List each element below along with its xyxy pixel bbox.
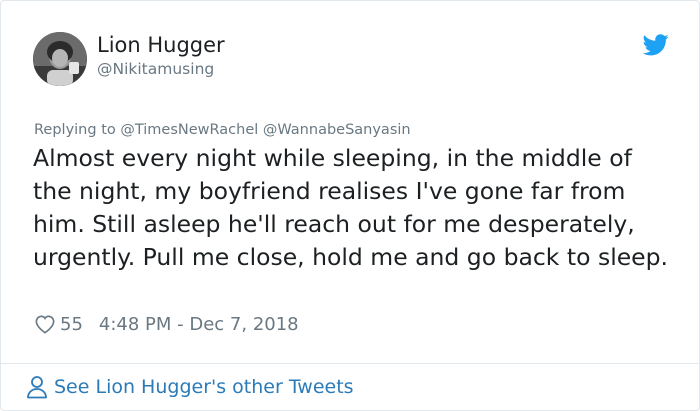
see-other-tweets-link[interactable]: See Lion Hugger's other Tweets xyxy=(26,373,354,401)
tweet-text: Almost every night while sleeping, in th… xyxy=(33,144,669,271)
like-count[interactable]: 55 xyxy=(60,314,83,335)
twitter-bird-icon[interactable] xyxy=(643,34,669,56)
avatar-photo xyxy=(33,32,87,86)
user-name[interactable]: Lion Hugger xyxy=(97,32,225,58)
avatar[interactable] xyxy=(33,32,87,86)
divider xyxy=(1,363,699,364)
user-handle[interactable]: @Nikitamusing xyxy=(97,59,214,79)
timestamp[interactable]: 4:48 PM - Dec 7, 2018 xyxy=(99,314,299,335)
tweet-meta: 55 4:48 PM - Dec 7, 2018 xyxy=(34,311,299,337)
see-other-tweets-label: See Lion Hugger's other Tweets xyxy=(54,376,354,398)
reply-prefix: Replying to xyxy=(34,122,116,138)
person-icon xyxy=(26,375,48,399)
reply-context: Replying to @TimesNewRachel @WannabeSany… xyxy=(34,121,411,139)
mention-link[interactable]: @TimesNewRachel xyxy=(120,122,258,138)
heart-icon[interactable] xyxy=(34,314,56,334)
mention-link[interactable]: @WannabeSanyasin xyxy=(263,122,411,138)
tweet-card: Lion Hugger @Nikitamusing Replying to @T… xyxy=(0,0,700,411)
